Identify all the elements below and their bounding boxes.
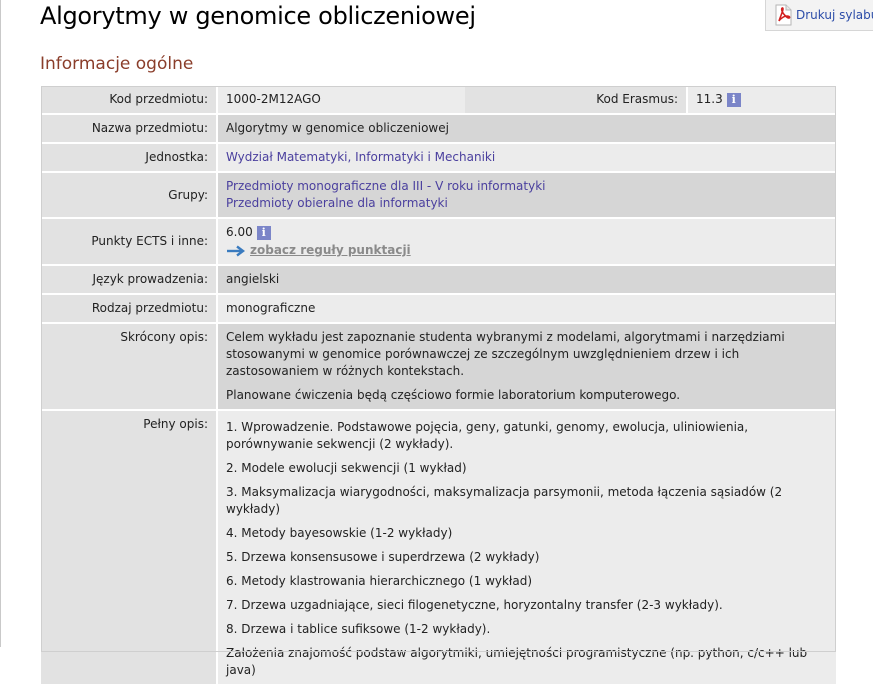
value-jednostka-cell: Wydział Matematyki, Informatyki i Mechan…: [217, 143, 836, 172]
info-icon[interactable]: i: [256, 225, 271, 240]
value-pelny-cell: 1. Wprowadzenie. Podstawowe pojęcia, gen…: [217, 410, 836, 685]
course-info-table: Kod przedmiotu: 1000-2M12AGO Kod Erasmus…: [41, 86, 836, 686]
label-grupy: Grupy:: [41, 172, 218, 218]
ects-rules-link[interactable]: zobacz reguły punktacji: [226, 242, 828, 259]
label-kod: Kod przedmiotu:: [41, 86, 218, 114]
ects-rules-label: zobacz reguły punktacji: [250, 243, 411, 257]
value-erasmus: 11.3: [696, 92, 723, 106]
value-grupy-cell: Przedmioty monograficzne dla III - V rok…: [217, 172, 836, 218]
page-title: Algorytmy w genomice obliczeniowej: [40, 2, 476, 30]
skrocony-paragraph: Planowane ćwiczenia będą częściowo formi…: [226, 388, 681, 402]
value-erasmus-cell: 11.3 i: [687, 86, 836, 114]
label-nazwa: Nazwa przedmiotu:: [41, 114, 218, 143]
pelny-paragraph: 1. Wprowadzenie. Podstawowe pojęcia, gen…: [226, 420, 749, 451]
row-kod: Kod przedmiotu: 1000-2M12AGO Kod Erasmus…: [41, 86, 836, 114]
label-skrocony: Skrócony opis:: [41, 323, 218, 410]
left-border: [0, 0, 1, 647]
row-grupy: Grupy: Przedmioty monograficzne dla III …: [41, 172, 836, 218]
pdf-icon: [775, 4, 792, 26]
print-label: Drukuj sylabus: [796, 8, 873, 22]
label-ects: Punkty ECTS i inne:: [41, 218, 218, 265]
label-jezyk: Język prowadzenia:: [41, 265, 218, 294]
value-rodzaj: monograficzne: [217, 294, 836, 323]
label-erasmus: Kod Erasmus:: [465, 86, 688, 114]
label-jednostka: Jednostka:: [41, 143, 218, 172]
pelny-paragraph: 6. Metody klastrowania hierarchicznego (…: [226, 574, 532, 588]
pelny-paragraph: Założenia znajomość podstaw algorytmiki,…: [226, 646, 808, 677]
value-nazwa: Algorytmy w genomice obliczeniowej: [217, 114, 836, 143]
group-link-monograficzne[interactable]: Przedmioty monograficzne dla III - V rok…: [226, 178, 828, 195]
pelny-paragraph: 4. Metody bayesowskie (1-2 wykłady): [226, 526, 453, 540]
value-skrocony-cell: Celem wykładu jest zapoznanie studenta w…: [217, 323, 836, 410]
value-ects: 6.00: [226, 225, 253, 239]
row-jezyk: Język prowadzenia: angielski: [41, 265, 836, 294]
pelny-paragraph: 7. Drzewa uzgadniające, sieci filogenety…: [226, 598, 723, 612]
pelny-paragraph: 5. Drzewa konsensusowe i superdrzewa (2 …: [226, 550, 540, 564]
pelny-paragraph: 8. Drzewa i tablice sufiksowe (1-2 wykła…: [226, 622, 491, 636]
value-jezyk: angielski: [217, 265, 836, 294]
row-skrocony: Skrócony opis: Celem wykładu jest zapozn…: [41, 323, 836, 410]
section-heading: Informacje ogólne: [40, 54, 194, 74]
pelny-paragraph: 3. Maksymalizacja wiarygodności, maksyma…: [226, 485, 783, 516]
label-rodzaj: Rodzaj przedmiotu:: [41, 294, 218, 323]
row-nazwa: Nazwa przedmiotu: Algorytmy w genomice o…: [41, 114, 836, 143]
print-syllabus-link[interactable]: Drukuj sylabus: [774, 4, 873, 26]
print-box: Drukuj sylabus: [765, 0, 873, 31]
skrocony-paragraph: Celem wykładu jest zapoznanie studenta w…: [226, 330, 785, 378]
row-ects: Punkty ECTS i inne: 6.00 i zobacz reguły …: [41, 218, 836, 265]
label-pelny: Pełny opis:: [41, 410, 218, 685]
pelny-paragraph: 2. Modele ewolucji sekwencji (1 wykład): [226, 461, 467, 475]
value-kod: 1000-2M12AGO: [217, 86, 465, 114]
value-ects-cell: 6.00 i zobacz reguły punktacji: [217, 218, 836, 265]
arrow-right-icon: [227, 245, 245, 256]
row-rodzaj: Rodzaj przedmiotu: monograficzne: [41, 294, 836, 323]
row-jednostka: Jednostka: Wydział Matematyki, Informaty…: [41, 143, 836, 172]
group-link-obieralne[interactable]: Przedmioty obieralne dla informatyki: [226, 195, 828, 212]
info-icon[interactable]: i: [726, 92, 741, 107]
row-pelny: Pełny opis: 1. Wprowadzenie. Podstawowe …: [41, 410, 836, 685]
jednostka-link[interactable]: Wydział Matematyki, Informatyki i Mechan…: [226, 149, 828, 166]
